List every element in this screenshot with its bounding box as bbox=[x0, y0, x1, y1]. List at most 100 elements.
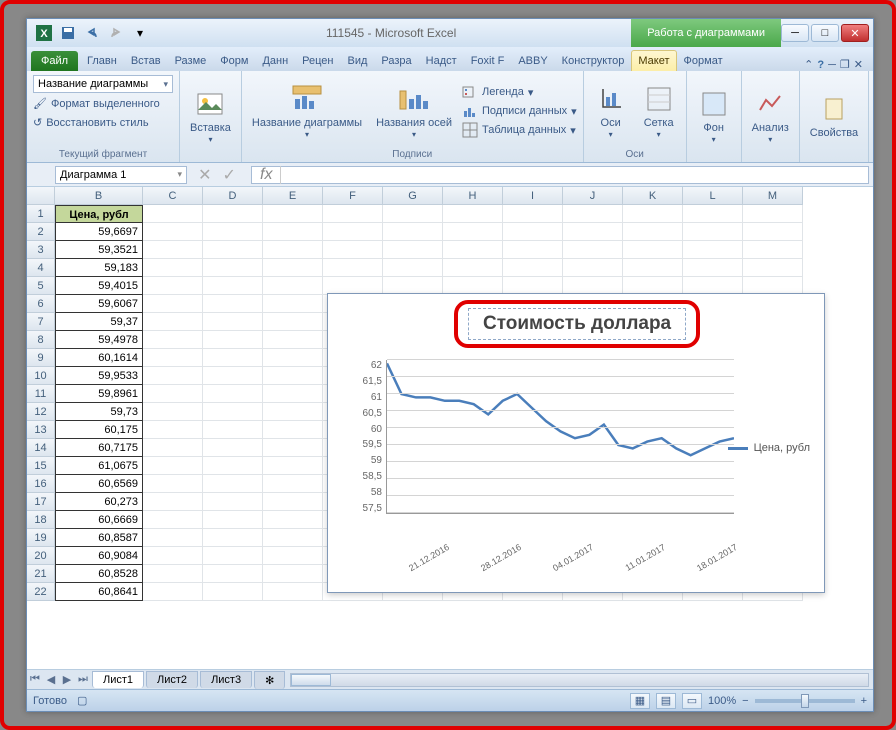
col-header-B[interactable]: B bbox=[55, 187, 143, 205]
cell[interactable] bbox=[143, 511, 203, 529]
cell[interactable] bbox=[683, 259, 743, 277]
col-header-E[interactable]: E bbox=[263, 187, 323, 205]
cell[interactable]: 60,8587 bbox=[55, 529, 143, 547]
cell[interactable] bbox=[203, 565, 263, 583]
cell[interactable] bbox=[143, 241, 203, 259]
cell[interactable] bbox=[503, 205, 563, 223]
analysis-button[interactable]: Анализ▾ bbox=[748, 86, 793, 147]
cell[interactable] bbox=[263, 313, 323, 331]
data-labels-button[interactable]: Подписи данных ▾ bbox=[462, 102, 577, 120]
cell[interactable] bbox=[203, 547, 263, 565]
row-header[interactable]: 19 bbox=[27, 529, 55, 547]
sheet-tab-3[interactable]: Лист3 bbox=[200, 671, 252, 688]
cell[interactable] bbox=[203, 511, 263, 529]
cell[interactable]: 61,0675 bbox=[55, 457, 143, 475]
cell[interactable]: 60,9084 bbox=[55, 547, 143, 565]
cell[interactable] bbox=[203, 475, 263, 493]
row-header[interactable]: 21 bbox=[27, 565, 55, 583]
cell[interactable] bbox=[623, 241, 683, 259]
help-icon[interactable]: ? bbox=[817, 59, 824, 71]
cell[interactable] bbox=[143, 259, 203, 277]
cell[interactable] bbox=[563, 223, 623, 241]
cell[interactable] bbox=[263, 565, 323, 583]
cell[interactable] bbox=[263, 331, 323, 349]
cell[interactable] bbox=[143, 565, 203, 583]
tab-pagelayout[interactable]: Разме bbox=[168, 50, 214, 71]
zoom-in-icon[interactable]: + bbox=[861, 695, 867, 707]
first-sheet-icon[interactable]: ⏮ bbox=[27, 673, 43, 686]
col-header-G[interactable]: G bbox=[383, 187, 443, 205]
cell[interactable] bbox=[143, 223, 203, 241]
sheet-tab-2[interactable]: Лист2 bbox=[146, 671, 198, 688]
row-header[interactable]: 8 bbox=[27, 331, 55, 349]
cell[interactable]: 59,4015 bbox=[55, 277, 143, 295]
cell[interactable] bbox=[623, 223, 683, 241]
cell[interactable] bbox=[143, 529, 203, 547]
cell[interactable] bbox=[203, 403, 263, 421]
cell[interactable] bbox=[263, 439, 323, 457]
cell[interactable]: 60,7175 bbox=[55, 439, 143, 457]
chart-title-button[interactable]: Название диаграммы▾ bbox=[248, 81, 366, 142]
gridlines-button[interactable]: Сетка▾ bbox=[638, 81, 680, 142]
row-header[interactable]: 17 bbox=[27, 493, 55, 511]
row-header[interactable]: 15 bbox=[27, 457, 55, 475]
tab-format[interactable]: Формат bbox=[677, 50, 730, 71]
cell[interactable]: 60,6569 bbox=[55, 475, 143, 493]
workbook-min-icon[interactable]: ─ bbox=[828, 59, 836, 71]
cell[interactable] bbox=[263, 511, 323, 529]
cell[interactable] bbox=[143, 349, 203, 367]
tab-file[interactable]: Файл bbox=[31, 51, 78, 71]
cell[interactable]: 60,8641 bbox=[55, 583, 143, 601]
row-header[interactable]: 6 bbox=[27, 295, 55, 313]
cell[interactable] bbox=[383, 223, 443, 241]
sheet-tab-1[interactable]: Лист1 bbox=[92, 671, 144, 688]
redo-icon[interactable] bbox=[105, 22, 127, 44]
minimize-button[interactable]: ─ bbox=[781, 24, 809, 42]
cell[interactable] bbox=[503, 223, 563, 241]
save-icon[interactable] bbox=[57, 22, 79, 44]
cell[interactable] bbox=[623, 259, 683, 277]
worksheet[interactable]: BCDEFGHIJKLM 1Цена, рубл259,6697359,3521… bbox=[27, 187, 873, 669]
cell[interactable] bbox=[563, 241, 623, 259]
cell[interactable]: 59,73 bbox=[55, 403, 143, 421]
cell[interactable] bbox=[263, 493, 323, 511]
formula-bar[interactable]: fx bbox=[251, 166, 869, 184]
row-header[interactable]: 22 bbox=[27, 583, 55, 601]
cell[interactable] bbox=[263, 259, 323, 277]
prev-sheet-icon[interactable]: ◀ bbox=[43, 673, 59, 686]
cell[interactable]: 60,273 bbox=[55, 493, 143, 511]
cell[interactable] bbox=[203, 385, 263, 403]
cell[interactable] bbox=[263, 583, 323, 601]
cell[interactable] bbox=[203, 205, 263, 223]
cell[interactable] bbox=[263, 403, 323, 421]
cell[interactable] bbox=[143, 547, 203, 565]
insert-button[interactable]: Вставка▾ bbox=[186, 86, 235, 147]
row-header[interactable]: 11 bbox=[27, 385, 55, 403]
cell[interactable] bbox=[203, 367, 263, 385]
cell[interactable] bbox=[743, 259, 803, 277]
cell[interactable]: 59,6697 bbox=[55, 223, 143, 241]
chart-element-combo[interactable]: Название диаграммы bbox=[33, 75, 173, 93]
cell[interactable] bbox=[563, 205, 623, 223]
cell[interactable] bbox=[263, 421, 323, 439]
cell[interactable] bbox=[203, 259, 263, 277]
page-break-icon[interactable]: ▭ bbox=[682, 693, 702, 709]
row-header[interactable]: 7 bbox=[27, 313, 55, 331]
cell[interactable] bbox=[323, 205, 383, 223]
cell[interactable] bbox=[203, 313, 263, 331]
maximize-button[interactable]: □ bbox=[811, 24, 839, 42]
qat-more-icon[interactable]: ▾ bbox=[129, 22, 151, 44]
cell[interactable] bbox=[323, 223, 383, 241]
cell[interactable] bbox=[203, 331, 263, 349]
cell[interactable] bbox=[143, 583, 203, 601]
cell[interactable] bbox=[203, 277, 263, 295]
cell[interactable] bbox=[263, 205, 323, 223]
tab-review[interactable]: Рецен bbox=[295, 50, 340, 71]
cell[interactable] bbox=[683, 223, 743, 241]
cell[interactable] bbox=[203, 295, 263, 313]
excel-icon[interactable]: X bbox=[33, 22, 55, 44]
cell[interactable] bbox=[683, 205, 743, 223]
cell[interactable] bbox=[383, 259, 443, 277]
legend-button[interactable]: Легенда ▾ bbox=[462, 83, 577, 101]
row-header[interactable]: 10 bbox=[27, 367, 55, 385]
